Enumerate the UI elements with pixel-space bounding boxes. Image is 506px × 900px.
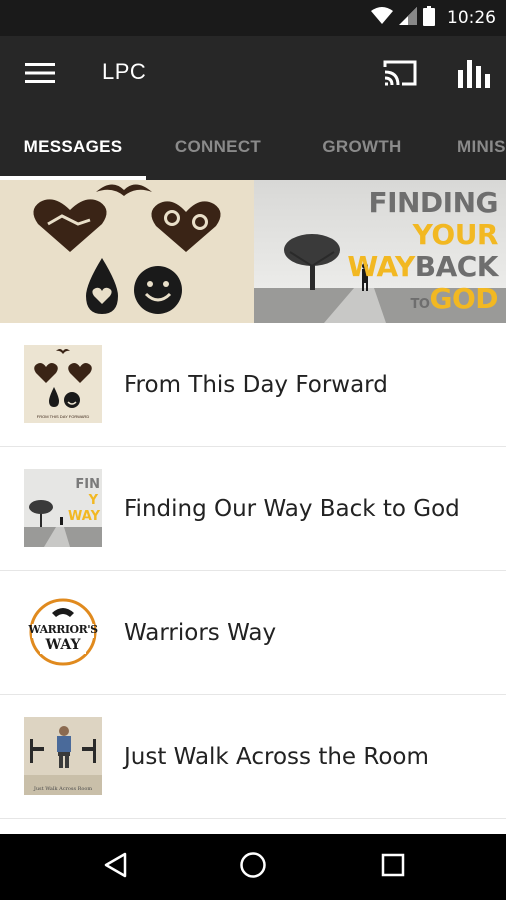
app-bar: LPC bbox=[0, 36, 506, 114]
thumb-room-art bbox=[24, 717, 102, 795]
banner-word-finding: FINDING bbox=[368, 186, 498, 219]
banner-finding-your-way: FINDING YOUR WAYBACK TOGOD bbox=[254, 180, 506, 323]
thumb-word-y: Y bbox=[88, 493, 98, 508]
menu-button[interactable] bbox=[14, 53, 66, 97]
thumb-word-way: WAY bbox=[68, 509, 100, 524]
cast-button[interactable] bbox=[374, 53, 426, 97]
thumb-caption: Just Walk Across Room bbox=[33, 786, 93, 792]
tab-growth[interactable]: GROWTH bbox=[290, 114, 434, 180]
recents-icon bbox=[381, 853, 405, 882]
thumb-word-fin: FIN bbox=[75, 477, 100, 492]
list-item-finding-our-way-back[interactable]: FIN Y WAY Finding Our Way Back to God bbox=[0, 447, 506, 571]
system-nav-bar bbox=[0, 834, 506, 900]
banner-art-icons bbox=[0, 180, 254, 323]
cell-signal-icon bbox=[399, 6, 417, 30]
thumb-symbols-art bbox=[34, 349, 92, 408]
home-icon bbox=[239, 851, 267, 884]
thumbnail-warriors-way: WARRIOR'S WAY bbox=[24, 593, 102, 671]
list-item-just-walk-across-the-room[interactable]: Just Walk Across Room Just Walk Across t… bbox=[0, 695, 506, 819]
tab-ministries[interactable]: MINIS bbox=[457, 114, 506, 180]
back-button[interactable] bbox=[79, 834, 151, 900]
back-icon bbox=[103, 852, 127, 883]
banner-word-your: YOUR bbox=[412, 218, 499, 251]
cast-icon bbox=[383, 59, 417, 92]
thumb-word-way: WAY bbox=[45, 637, 81, 653]
message-title: Finding Our Way Back to God bbox=[124, 496, 460, 522]
tab-bar: MESSAGES CONNECT GROWTH MINIS bbox=[0, 114, 506, 180]
status-icons: 10:26 bbox=[371, 0, 496, 36]
banner-word-god: GOD bbox=[429, 282, 498, 315]
banner-word-back: BACK bbox=[414, 250, 499, 283]
recents-button[interactable] bbox=[357, 834, 429, 900]
thumb-caption: FROM THIS DAY FORWARD bbox=[36, 414, 90, 419]
banner-line-way-back: WAYBACK bbox=[347, 252, 498, 282]
message-title: Just Walk Across the Room bbox=[124, 744, 429, 770]
list-item-warriors-way[interactable]: WARRIOR'S WAY Warriors Way bbox=[0, 571, 506, 695]
thumbnail-finding-our-way-back: FIN Y WAY bbox=[24, 469, 102, 547]
banner-word-way: WAY bbox=[347, 250, 415, 283]
message-title: From This Day Forward bbox=[124, 372, 388, 398]
banner-line-to-god: TOGOD bbox=[410, 282, 499, 320]
series-banner[interactable]: FINDING YOUR WAYBACK TOGOD bbox=[0, 180, 506, 323]
tab-messages[interactable]: MESSAGES bbox=[0, 114, 146, 180]
bar-chart-icon bbox=[458, 58, 490, 93]
banner-symbols-art bbox=[33, 184, 221, 314]
thumbnail-from-this-day-forward: FROM THIS DAY FORWARD bbox=[24, 345, 102, 423]
thumb-word-warriors: WARRIOR'S bbox=[28, 623, 98, 636]
app-title: LPC bbox=[102, 59, 147, 84]
banner-word-to: TO bbox=[410, 297, 430, 312]
status-bar: 10:26 bbox=[0, 0, 506, 36]
message-list: FROM THIS DAY FORWARD From This Day Forw… bbox=[0, 323, 506, 819]
home-button[interactable] bbox=[217, 834, 289, 900]
menu-icon bbox=[25, 62, 55, 89]
wifi-icon bbox=[371, 6, 393, 30]
thumbnail-just-walk-across-the-room: Just Walk Across Room bbox=[24, 717, 102, 795]
tab-connect[interactable]: CONNECT bbox=[146, 114, 290, 180]
stats-button[interactable] bbox=[448, 53, 500, 97]
list-item-from-this-day-forward[interactable]: FROM THIS DAY FORWARD From This Day Forw… bbox=[0, 323, 506, 447]
battery-icon bbox=[423, 5, 435, 31]
status-time: 10:26 bbox=[447, 8, 496, 28]
message-title: Warriors Way bbox=[124, 620, 277, 646]
